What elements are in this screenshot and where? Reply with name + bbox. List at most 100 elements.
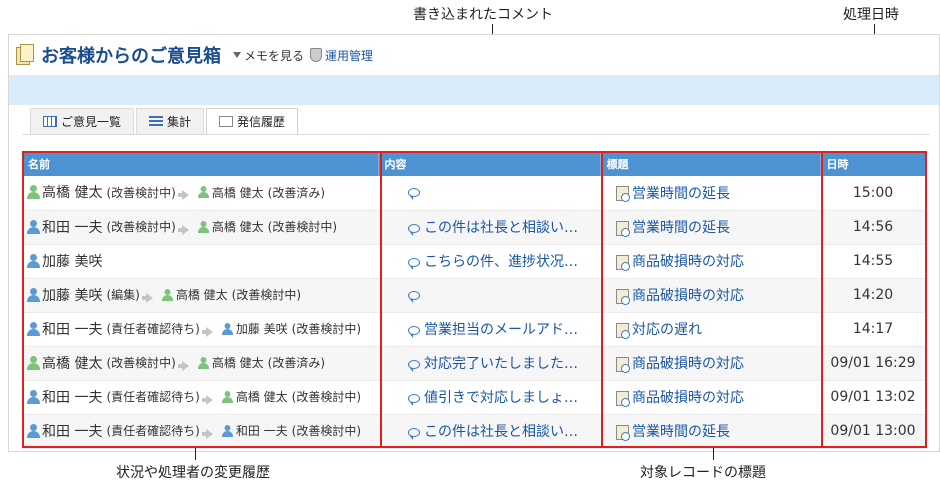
cell-content[interactable] <box>378 278 600 313</box>
cell-datetime: 09/01 13:00 <box>820 414 926 449</box>
comment-text[interactable]: この件は社長と相談い… <box>424 220 578 236</box>
record-title[interactable]: 営業時間の延長 <box>632 186 730 202</box>
cell-title[interactable]: 商品破損時の対応 <box>600 346 820 381</box>
comment-text[interactable]: 値引きで対応しましょ… <box>424 390 578 406</box>
user-name[interactable]: 和田 一夫 <box>42 387 102 407</box>
record-title[interactable]: 商品破損時の対応 <box>632 288 744 304</box>
user-name[interactable]: 高橋 健太 <box>42 182 102 202</box>
comment-icon <box>408 223 420 236</box>
cell-title[interactable]: 商品破損時の対応 <box>600 380 820 415</box>
arrow-right-icon <box>201 428 213 439</box>
table-row: 加藤 美咲 (編集) 高橋 健太 (改善検討中) 商品破損時の対応 14:20 <box>22 278 926 313</box>
user-name[interactable]: 和田 一夫 <box>42 421 102 441</box>
user-icon <box>221 322 233 335</box>
user-icon <box>197 356 209 369</box>
user-name[interactable]: 和田 一夫 <box>42 217 102 237</box>
comment-icon <box>408 427 420 440</box>
assignee-status: (改善検討中) <box>291 424 362 438</box>
assignee-name[interactable]: 高橋 健太 <box>236 388 288 405</box>
comment-text[interactable]: こちらの件、進捗状况… <box>424 254 578 270</box>
cell-title[interactable]: 商品破損時の対応 <box>600 244 820 279</box>
record-icon <box>616 186 630 203</box>
table-header-row: 名前 内容 標題 日時 <box>22 151 927 176</box>
user-name[interactable]: 加藤 美咲 <box>42 285 102 305</box>
cell-title[interactable]: 営業時間の延長 <box>600 414 820 449</box>
user-icon <box>27 321 40 336</box>
app-title: お客様からのご意見箱 <box>41 46 221 67</box>
memo-label: メモを見る <box>244 48 305 63</box>
assignee-status: (改善済み) <box>267 356 326 370</box>
table-body: 高橋 健太 (改善検討中) 高橋 健太 (改善済み) 営業時間の延長 15:00 和田 一… <box>22 176 926 449</box>
cell-title[interactable]: 営業時間の延長 <box>600 176 820 211</box>
callout-datetime: 処理日時 <box>843 7 899 23</box>
record-icon <box>616 424 630 441</box>
table-row: 加藤 美咲 こちらの件、進捗状况… 商品破損時の対応 14:55 <box>22 244 926 279</box>
cell-content[interactable] <box>378 176 600 211</box>
col-title[interactable]: 標題 <box>600 151 821 176</box>
user-icon <box>27 253 40 268</box>
user-name[interactable]: 加藤 美咲 <box>42 251 102 271</box>
comment-icon <box>408 359 420 372</box>
history-table: 名前 内容 標題 日時 高橋 健太 (改善検討中) 高橋 健太 (改善済み) 営業時間… <box>22 151 927 449</box>
tab-history[interactable]: 発信履歴 <box>206 108 299 134</box>
assignee-status: (改善検討中) <box>291 390 362 404</box>
cell-content[interactable]: 対応完了いたしました… <box>378 346 600 381</box>
arrow-right-icon <box>177 190 189 201</box>
cell-content[interactable]: この件は社長と相談い… <box>378 210 600 245</box>
user-name[interactable]: 和田 一夫 <box>42 319 102 339</box>
assignee-name[interactable]: 高橋 健太 <box>212 184 264 201</box>
record-title[interactable]: 営業時間の延長 <box>632 220 730 236</box>
record-title[interactable]: 営業時間の延長 <box>632 424 730 440</box>
cell-datetime: 09/01 16:29 <box>820 346 926 381</box>
annotated-screenshot: 書き込まれたコメント 処理日時 お客様からのご意見箱 メモを見る 運用管理 ご意… <box>0 0 940 483</box>
assignee-status: (改善検討中) <box>267 220 338 234</box>
memo-toggle[interactable]: メモを見る <box>233 47 304 64</box>
app-header: お客様からのご意見箱 メモを見る 運用管理 <box>15 41 373 69</box>
col-content[interactable]: 内容 <box>378 151 601 176</box>
status-text: (編集) <box>106 288 140 302</box>
cell-title[interactable]: 営業時間の延長 <box>600 210 820 245</box>
assignee-name[interactable]: 加藤 美咲 <box>236 320 288 337</box>
record-title[interactable]: 商品破損時の対応 <box>632 390 744 406</box>
user-icon <box>197 220 209 233</box>
record-icon <box>616 356 630 373</box>
comment-text[interactable]: この件は社長と相談い… <box>424 424 578 440</box>
summary-icon <box>149 116 164 127</box>
cell-content[interactable]: 営業担当のメールアド… <box>378 312 600 347</box>
col-name[interactable]: 名前 <box>22 151 379 176</box>
record-title[interactable]: 商品破損時の対応 <box>632 356 744 372</box>
table-row: 和田 一夫 (責任者確認待ち) 和田 一夫 (改善検討中) この件は社長と相談い… 営業… <box>22 414 926 449</box>
tab-divider <box>22 134 930 135</box>
arrow-right-icon <box>177 360 189 371</box>
cell-datetime: 14:20 <box>820 278 926 313</box>
assignee-name[interactable]: 和田 一夫 <box>236 422 288 439</box>
admin-label: 運用管理 <box>325 48 374 63</box>
assignee-name[interactable]: 高橋 健太 <box>176 286 228 303</box>
record-title[interactable]: 商品破損時の対応 <box>632 254 744 270</box>
cell-title[interactable]: 商品破損時の対応 <box>600 278 820 313</box>
comment-icon <box>408 393 420 406</box>
comment-text[interactable]: 対応完了いたしました… <box>424 356 578 372</box>
assignee-name[interactable]: 高橋 健太 <box>212 354 264 371</box>
record-icon <box>616 390 630 407</box>
user-icon <box>27 185 40 200</box>
tab-summary[interactable]: 集計 <box>136 108 205 134</box>
comment-icon <box>408 257 420 270</box>
record-title[interactable]: 対応の遅れ <box>632 322 702 338</box>
admin-link[interactable]: 運用管理 <box>310 47 373 64</box>
record-icon <box>616 254 630 271</box>
cell-content[interactable]: 値引きで対応しましょ… <box>378 380 600 415</box>
cell-datetime: 15:00 <box>820 176 926 211</box>
callout-status-line <box>195 448 196 460</box>
cell-name: 加藤 美咲 <box>22 244 378 279</box>
assignee-name[interactable]: 高橋 健太 <box>212 218 264 235</box>
assignee-status: (改善済み) <box>267 185 326 200</box>
callout-status-history: 状況や処理者の変更履歴 <box>116 465 270 481</box>
user-name[interactable]: 高橋 健太 <box>42 353 102 373</box>
col-datetime[interactable]: 日時 <box>820 151 927 176</box>
tab-opinion-list[interactable]: ご意見一覧 <box>30 108 135 134</box>
cell-content[interactable]: こちらの件、進捗状况… <box>378 244 600 279</box>
cell-content[interactable]: この件は社長と相談い… <box>378 414 600 449</box>
cell-title[interactable]: 対応の遅れ <box>600 312 820 347</box>
comment-text[interactable]: 営業担当のメールアド… <box>424 322 578 338</box>
